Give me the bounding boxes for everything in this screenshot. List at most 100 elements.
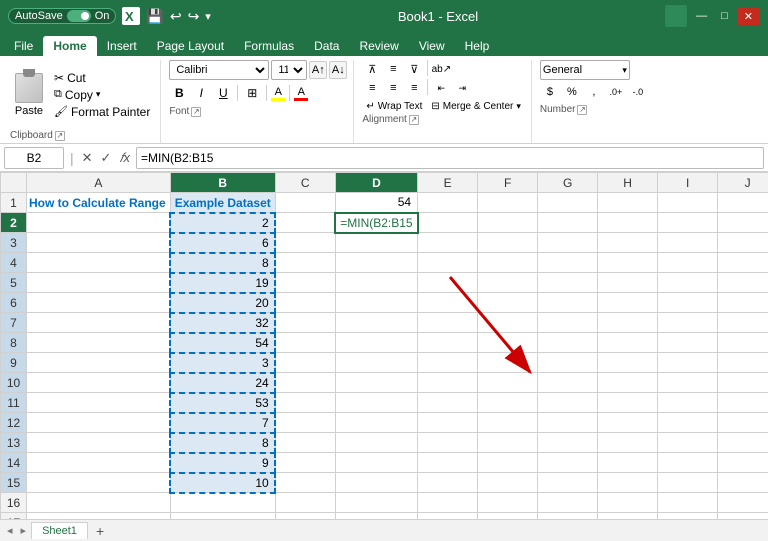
add-sheet-btn[interactable]: + <box>90 523 110 539</box>
font-name-select[interactable]: Calibri <box>169 60 269 80</box>
cell-i7[interactable] <box>658 313 718 333</box>
cell-e12[interactable] <box>418 413 478 433</box>
cell-d10[interactable] <box>335 373 417 393</box>
italic-button[interactable]: I <box>191 83 211 103</box>
cell-f5[interactable] <box>478 273 538 293</box>
row-header-13[interactable]: 13 <box>1 433 27 453</box>
cell-e3[interactable] <box>418 233 478 253</box>
cell-c7[interactable] <box>275 313 335 333</box>
cell-g7[interactable] <box>538 313 598 333</box>
align-top-left-btn[interactable]: ⊼ <box>362 60 382 78</box>
cell-b7[interactable]: 32 <box>170 313 275 333</box>
cell-g16[interactable] <box>538 493 598 513</box>
cell-f17[interactable] <box>478 513 538 520</box>
cell-c6[interactable] <box>275 293 335 313</box>
close-btn[interactable]: ✕ <box>737 8 760 25</box>
cell-e9[interactable] <box>418 353 478 373</box>
cell-b17[interactable] <box>170 513 275 520</box>
cell-g14[interactable] <box>538 453 598 473</box>
tab-file[interactable]: File <box>4 36 43 56</box>
cell-h10[interactable] <box>598 373 658 393</box>
sheet-tab-nav-left[interactable]: ◂ <box>4 524 16 537</box>
autosave-toggle-switch[interactable] <box>67 10 91 22</box>
cell-f14[interactable] <box>478 453 538 473</box>
cell-c3[interactable] <box>275 233 335 253</box>
cell-a13[interactable] <box>27 433 171 453</box>
bold-button[interactable]: B <box>169 83 189 103</box>
cell-a2[interactable] <box>27 213 171 233</box>
cell-g17[interactable] <box>538 513 598 520</box>
row-header-5[interactable]: 5 <box>1 273 27 293</box>
tab-insert[interactable]: Insert <box>97 36 147 56</box>
cell-g6[interactable] <box>538 293 598 313</box>
number-expand-icon[interactable]: ↗ <box>577 105 587 115</box>
align-right-btn[interactable]: ≡ <box>404 79 424 97</box>
sheet-table-wrapper[interactable]: A B C D E F G H I J 1 How to Calculate R… <box>0 172 768 519</box>
cell-i2[interactable] <box>658 213 718 233</box>
cell-c16[interactable] <box>275 493 335 513</box>
cell-j3[interactable] <box>718 233 768 253</box>
cell-f1[interactable] <box>478 193 538 213</box>
cell-i13[interactable] <box>658 433 718 453</box>
cell-a4[interactable] <box>27 253 171 273</box>
cell-h6[interactable] <box>598 293 658 313</box>
underline-button[interactable]: U <box>213 83 233 103</box>
cell-j9[interactable] <box>718 353 768 373</box>
cell-b10[interactable]: 24 <box>170 373 275 393</box>
tab-formulas[interactable]: Formulas <box>234 36 304 56</box>
cell-a11[interactable] <box>27 393 171 413</box>
row-header-8[interactable]: 8 <box>1 333 27 353</box>
cell-b15[interactable]: 10 <box>170 473 275 493</box>
row-header-7[interactable]: 7 <box>1 313 27 333</box>
cell-f11[interactable] <box>478 393 538 413</box>
decrease-font-btn[interactable]: A↓ <box>329 61 347 79</box>
cell-e8[interactable] <box>418 333 478 353</box>
cell-b13[interactable]: 8 <box>170 433 275 453</box>
col-header-j[interactable]: J <box>718 173 768 193</box>
col-header-d[interactable]: D <box>335 173 417 193</box>
cell-f7[interactable] <box>478 313 538 333</box>
number-format-dropdown[interactable]: ▾ <box>622 65 627 76</box>
cell-g3[interactable] <box>538 233 598 253</box>
cell-g13[interactable] <box>538 433 598 453</box>
wrap-text-btn[interactable]: ↵ Wrap Text <box>362 100 426 113</box>
col-header-b[interactable]: B <box>170 173 275 193</box>
cell-a8[interactable] <box>27 333 171 353</box>
cell-b1[interactable]: Example Dataset <box>170 193 275 213</box>
cell-c2[interactable] <box>275 213 335 233</box>
tab-page-layout[interactable]: Page Layout <box>147 36 234 56</box>
row-header-14[interactable]: 14 <box>1 453 27 473</box>
cell-f4[interactable] <box>478 253 538 273</box>
cell-b11[interactable]: 53 <box>170 393 275 413</box>
cell-c4[interactable] <box>275 253 335 273</box>
cell-a10[interactable] <box>27 373 171 393</box>
cell-c5[interactable] <box>275 273 335 293</box>
border-button[interactable]: ⊞ <box>242 83 262 103</box>
cell-d7[interactable] <box>335 313 417 333</box>
row-header-4[interactable]: 4 <box>1 253 27 273</box>
redo-icon[interactable]: ↪ <box>188 8 200 25</box>
cell-i8[interactable] <box>658 333 718 353</box>
cell-g15[interactable] <box>538 473 598 493</box>
cell-a9[interactable] <box>27 353 171 373</box>
cell-h1[interactable] <box>598 193 658 213</box>
cell-d2[interactable]: =MIN(B2:B15 MIN(number1, [number2], ...) <box>335 213 417 233</box>
cell-c1[interactable] <box>275 193 335 213</box>
cell-j17[interactable] <box>718 513 768 520</box>
cell-i17[interactable] <box>658 513 718 520</box>
align-top-right-btn[interactable]: ⊽ <box>404 60 424 78</box>
cell-i9[interactable] <box>658 353 718 373</box>
col-header-h[interactable]: H <box>598 173 658 193</box>
cell-e7[interactable] <box>418 313 478 333</box>
cell-a17[interactable] <box>27 513 171 520</box>
cell-d5[interactable] <box>335 273 417 293</box>
cell-g12[interactable] <box>538 413 598 433</box>
restore-btn[interactable]: □ <box>716 8 733 24</box>
cell-d14[interactable] <box>335 453 417 473</box>
cell-a15[interactable] <box>27 473 171 493</box>
cell-j16[interactable] <box>718 493 768 513</box>
cell-c11[interactable] <box>275 393 335 413</box>
indent-decrease-btn[interactable]: ⇤ <box>431 79 451 97</box>
cell-a14[interactable] <box>27 453 171 473</box>
cell-i14[interactable] <box>658 453 718 473</box>
